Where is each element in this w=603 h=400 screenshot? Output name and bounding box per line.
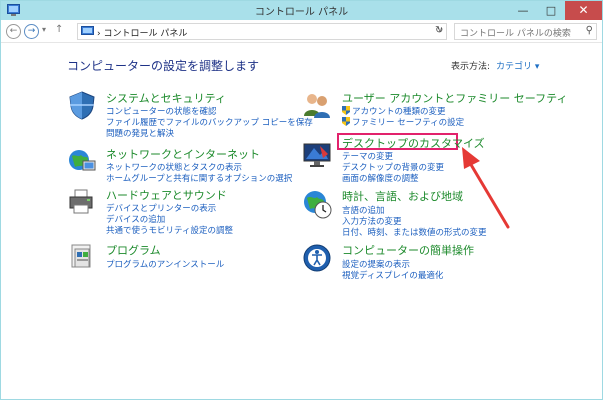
shield-icon[interactable]	[67, 90, 97, 120]
programs-icon[interactable]	[67, 241, 97, 271]
category-system-security[interactable]: システムとセキュリティ	[106, 90, 226, 106]
category-hardware[interactable]: ハードウェアとサウンド	[106, 187, 227, 203]
link-homegroup[interactable]: ホームグループと共有に関するオプションの選択	[106, 172, 292, 184]
red-arrow-icon	[462, 147, 510, 229]
address-location: コントロール パネル	[103, 29, 188, 39]
view-by-label: 表示方法:	[451, 62, 491, 72]
link-adjust-resolution[interactable]: 画面の解像度の調整	[342, 172, 419, 184]
desktop-icon[interactable]	[302, 140, 332, 170]
category-clock-region[interactable]: 時計、言語、および地域	[342, 188, 463, 204]
search-icon[interactable]: ⚲	[586, 25, 593, 36]
control-panel-icon	[81, 26, 94, 35]
users-icon[interactable]	[302, 90, 332, 120]
maximize-button[interactable]: □	[537, 1, 565, 20]
uac-shield-icon	[342, 106, 350, 115]
category-programs[interactable]: プログラム	[106, 242, 161, 258]
uac-shield-icon	[342, 117, 350, 126]
page-title: コンピューターの設定を調整します	[67, 59, 260, 73]
link-uninstall-program[interactable]: プログラムのアンインストール	[106, 258, 224, 270]
clock-globe-icon[interactable]	[302, 189, 332, 219]
category-user-accounts[interactable]: ユーザー アカウントとファミリー セーフティ	[342, 90, 567, 106]
title-bar[interactable]: コントロール パネル — □ ✕	[1, 1, 602, 20]
minimize-button[interactable]: —	[509, 1, 537, 20]
address-bar[interactable]: › コントロール パネル ∨	[77, 23, 447, 40]
close-button[interactable]: ✕	[565, 1, 602, 20]
link-mobility-settings[interactable]: 共通で使うモビリティ設定の調整	[106, 224, 233, 236]
view-by-dropdown[interactable]: カテゴリ ▾	[496, 59, 539, 72]
search-input[interactable]: コントロール パネルの検索	[460, 26, 571, 39]
recent-locations-icon[interactable]: ▾	[42, 25, 46, 34]
up-button[interactable]: ↑	[55, 24, 63, 35]
address-path: › コントロール パネル	[97, 29, 188, 39]
navigation-bar: ← → ▾ ↑ › コントロール パネル ∨ ↻ コントロール パネルの検索 ⚲	[1, 20, 602, 43]
link-family-safety-label: ファミリー セーフティの設定	[352, 118, 465, 128]
category-network[interactable]: ネットワークとインターネット	[106, 146, 260, 162]
search-box[interactable]: コントロール パネルの検索 ⚲	[454, 23, 597, 40]
refresh-button[interactable]: ↻	[435, 25, 443, 36]
printer-icon[interactable]	[67, 187, 97, 217]
link-optimize-display[interactable]: 視覚ディスプレイの最適化	[342, 269, 443, 281]
link-troubleshoot[interactable]: 問題の発見と解決	[106, 127, 174, 139]
link-family-safety[interactable]: ファミリー セーフティの設定	[342, 116, 464, 128]
forward-button[interactable]: →	[24, 24, 39, 39]
network-icon[interactable]	[67, 146, 97, 176]
control-panel-window: コントロール パネル — □ ✕ ← → ▾ ↑ › コントロール パネル ∨ …	[0, 0, 603, 400]
back-button[interactable]: ←	[6, 24, 21, 39]
category-ease-of-access[interactable]: コンピューターの簡単操作	[342, 242, 474, 258]
ease-of-access-icon[interactable]	[302, 243, 332, 273]
